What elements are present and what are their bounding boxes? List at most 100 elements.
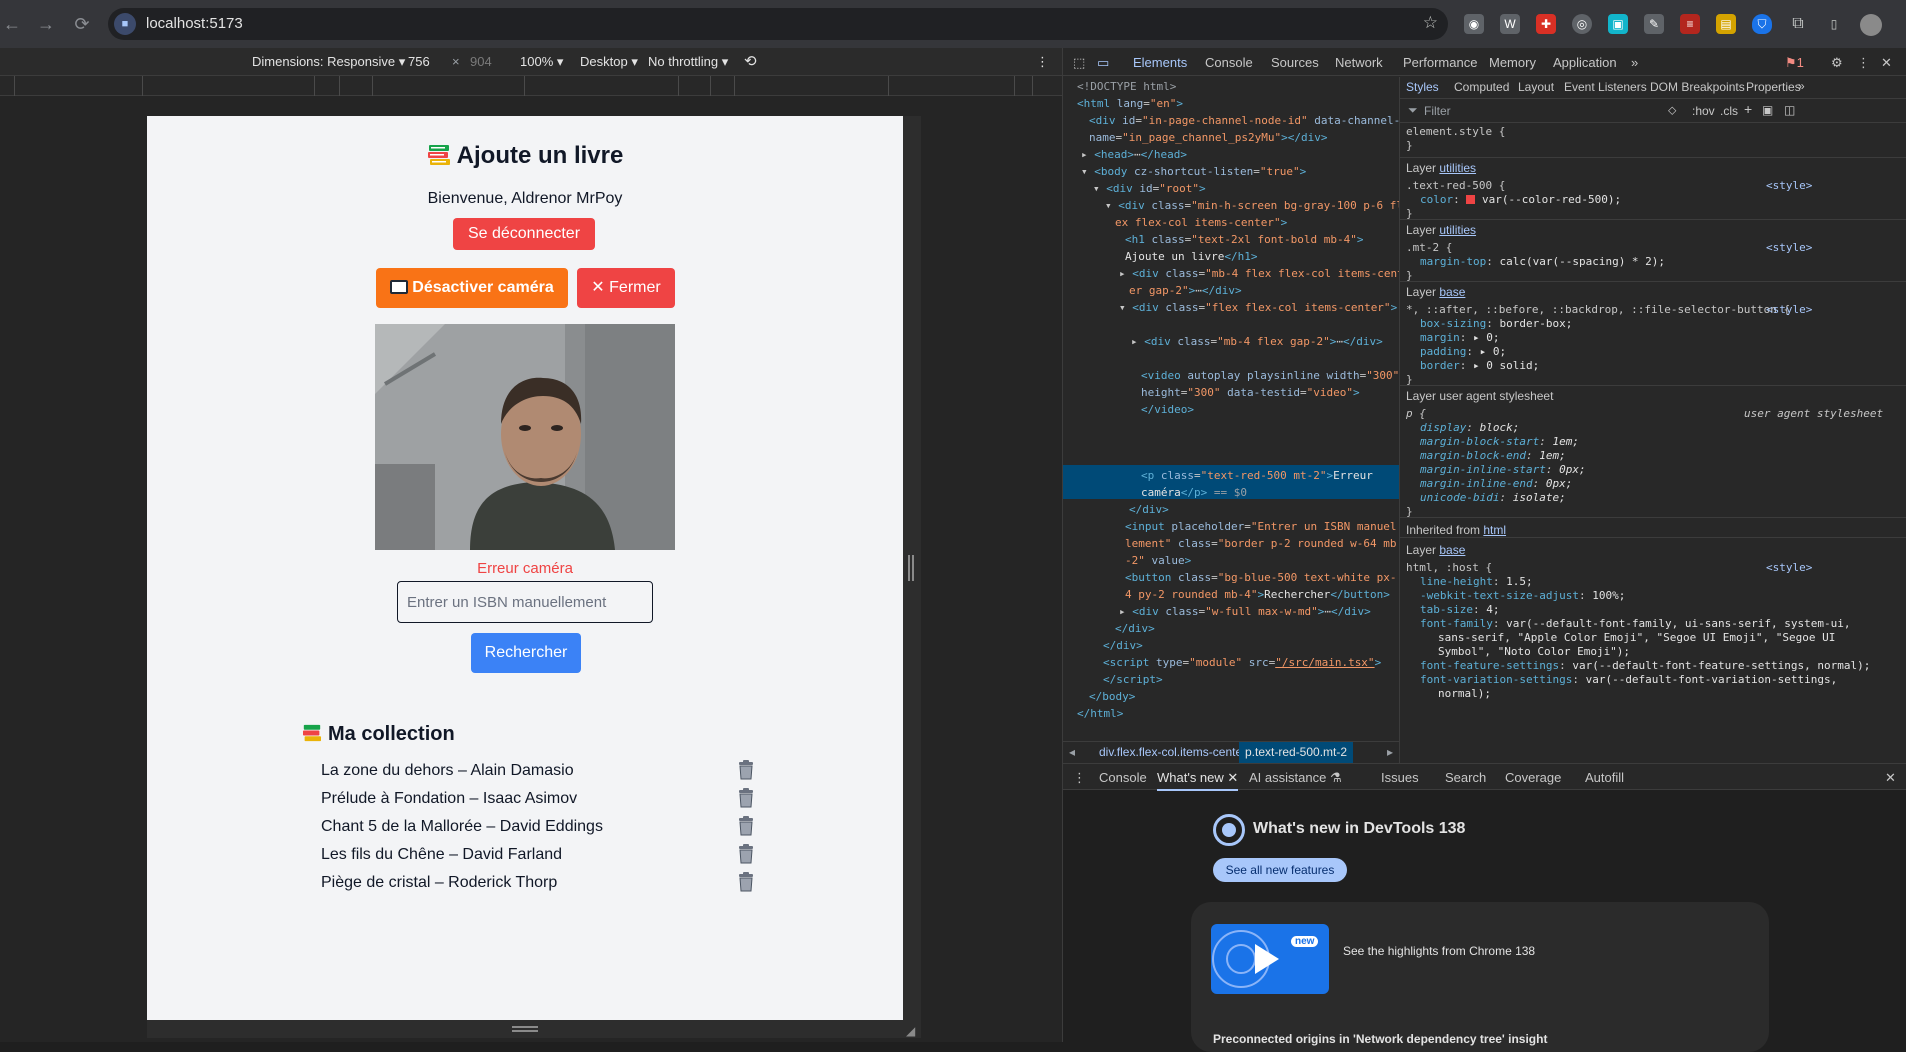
bookmark-star-icon[interactable]: ☆ <box>1423 13 1438 33</box>
drawer-tab-ai-assistance[interactable]: AI assistance ⚗ <box>1249 770 1342 786</box>
style-declaration[interactable]: box-sizing: border-box; <box>1420 317 1572 331</box>
cls-toggle[interactable]: .cls <box>1720 104 1738 118</box>
source-link[interactable]: <style> <box>1766 303 1812 317</box>
close-drawer-icon[interactable]: ✕ <box>1885 770 1896 786</box>
forward-icon[interactable]: → <box>34 12 58 36</box>
more-subtabs-icon[interactable]: » <box>1798 79 1805 93</box>
extensions-icon[interactable]: ⧉ <box>1788 14 1808 34</box>
more-options-icon[interactable]: ⋮ <box>1857 55 1870 71</box>
style-declaration[interactable]: margin: ▸ 0; <box>1420 331 1500 345</box>
settings-icon[interactable]: ⚙ <box>1831 55 1843 71</box>
close-button[interactable]: ✕ Fermer <box>577 268 675 308</box>
close-devtools-icon[interactable]: ✕ <box>1881 55 1892 71</box>
dom-node[interactable]: <!DOCTYPE html> <box>1077 79 1176 96</box>
tab-dom-breakpoints[interactable]: DOM Breakpoints <box>1650 80 1745 94</box>
drawer-tab-whats-new[interactable]: What's new ✕ <box>1157 770 1239 791</box>
shield-icon[interactable]: ⛉ <box>1752 14 1772 34</box>
drawer-tab-issues[interactable]: Issues <box>1381 770 1419 785</box>
style-rule[interactable]: p { <box>1406 407 1426 421</box>
source-link[interactable]: <style> <box>1766 179 1812 193</box>
camera-icon[interactable]: ◉ <box>1464 14 1484 34</box>
sidebar-icon[interactable]: ▯ <box>1824 14 1844 34</box>
trash-icon[interactable] <box>737 760 755 780</box>
dom-node[interactable]: ▸ <div class="mb-4 flex flex-col items-c… <box>1119 266 1399 283</box>
drawer-tab-search[interactable]: Search <box>1445 770 1486 785</box>
filter-input[interactable]: Filter <box>1424 104 1451 118</box>
reload-icon[interactable]: ⟳ <box>70 12 94 36</box>
logout-button[interactable]: Se déconnecter <box>453 218 595 250</box>
breadcrumb-item-selected[interactable]: p.text-red-500.mt-2 <box>1239 742 1354 764</box>
dom-node[interactable]: ▾ <body cz-shortcut-listen="true"> <box>1081 164 1306 181</box>
camera-in-use-icon[interactable]: ■ <box>114 13 136 35</box>
inspect-icon[interactable]: ⬚ <box>1073 55 1085 71</box>
tab-console[interactable]: Console <box>1205 55 1253 70</box>
rotate-icon[interactable]: ⟲ <box>744 52 757 70</box>
resize-handle-bottom[interactable] <box>512 1026 538 1032</box>
tab-performance[interactable]: Performance <box>1403 55 1477 70</box>
style-declaration[interactable]: tab-size: 4; <box>1420 603 1499 617</box>
avatar[interactable] <box>1860 14 1882 36</box>
style-declaration[interactable]: border: ▸ 0 solid; <box>1420 359 1539 373</box>
video-thumbnail[interactable]: new <box>1211 924 1329 994</box>
tab-event-listeners[interactable]: Event Listeners <box>1564 80 1647 94</box>
w-icon[interactable]: W <box>1500 14 1520 34</box>
tab-elements[interactable]: Elements <box>1133 55 1187 70</box>
style-declaration[interactable]: padding: ▸ 0; <box>1420 345 1506 359</box>
style-declaration[interactable]: margin-top: calc(var(--spacing) * 2); <box>1420 255 1665 269</box>
width-input[interactable]: 756 <box>408 54 430 69</box>
see-all-features-button[interactable]: See all new features <box>1213 858 1347 882</box>
dom-node[interactable]: <button class="bg-blue-500 text-white px… <box>1125 570 1397 587</box>
style-rule[interactable]: html, :host { <box>1406 561 1492 575</box>
dom-node[interactable]: <script type="module" src="/src/main.tsx… <box>1103 655 1381 672</box>
hov-toggle[interactable]: :hov <box>1692 104 1715 118</box>
style-declaration[interactable]: -webkit-text-size-adjust: 100%; <box>1420 589 1625 603</box>
tab-memory[interactable]: Memory <box>1489 55 1536 70</box>
search-button[interactable]: Rechercher <box>471 633 581 673</box>
dom-node[interactable]: <div id="in-page-channel-node-id" data-c… <box>1089 113 1399 130</box>
more-options-icon[interactable]: ⋮ <box>1036 54 1049 70</box>
puzzle-red-icon[interactable]: ✚ <box>1536 14 1556 34</box>
device-type-dropdown[interactable]: Desktop ▾ <box>580 54 638 70</box>
pen-icon[interactable]: ✎ <box>1644 14 1664 34</box>
style-declaration[interactable]: line-height: 1.5; <box>1420 575 1533 589</box>
dom-node[interactable]: ▸ <div class="w-full max-w-md">⋯</div> <box>1119 604 1371 621</box>
style-declaration[interactable]: font-feature-settings: var(--default-fon… <box>1420 659 1870 673</box>
tab-network[interactable]: Network <box>1335 55 1383 70</box>
breadcrumb-left-icon[interactable]: ◂ <box>1069 745 1075 759</box>
dom-node[interactable]: ▸ <head>⋯</head> <box>1081 147 1187 164</box>
style-declaration[interactable]: color: var(--color-red-500); <box>1420 193 1621 207</box>
new-rule-icon[interactable]: + <box>1744 101 1752 117</box>
style-rule[interactable]: .mt-2 { <box>1406 241 1452 255</box>
drawer-tab-autofill[interactable]: Autofill <box>1585 770 1624 785</box>
drawer-tab-console[interactable]: Console <box>1099 770 1147 785</box>
height-input[interactable]: 904 <box>470 54 492 69</box>
tab-properties[interactable]: Properties <box>1746 80 1801 94</box>
breadcrumb-item[interactable]: div.flex.flex-col.items-center <box>1099 745 1246 759</box>
breadcrumb-right-icon[interactable]: ▸ <box>1387 745 1393 759</box>
isbn-input[interactable] <box>397 581 653 623</box>
style-rule[interactable]: .text-red-500 { <box>1406 179 1505 193</box>
dom-node[interactable]: ▾ <div id="root"> <box>1093 181 1206 198</box>
computed-styles-icon[interactable]: ▣ <box>1762 103 1773 117</box>
drawer-menu-icon[interactable]: ⋮ <box>1073 770 1086 786</box>
sidebar-toggle-icon[interactable]: ◫ <box>1784 103 1795 117</box>
resize-corner-icon[interactable]: ◢ <box>906 1024 915 1038</box>
source-link[interactable]: <style> <box>1766 561 1812 575</box>
yellow-icon[interactable]: ▤ <box>1716 14 1736 34</box>
tab-application[interactable]: Application <box>1553 55 1617 70</box>
tab-layout[interactable]: Layout <box>1518 80 1554 94</box>
dom-node[interactable]: <html lang="en"> <box>1077 96 1183 113</box>
more-tabs-icon[interactable]: » <box>1631 55 1638 70</box>
dom-node[interactable]: ▾ <div class="min-h-screen bg-gray-100 p… <box>1105 198 1399 215</box>
next-card-title[interactable]: Preconnected origins in 'Network depende… <box>1213 1032 1547 1046</box>
trash-icon[interactable] <box>737 844 755 864</box>
issues-badge[interactable]: ⚑1 <box>1785 55 1804 71</box>
style-declaration[interactable]: font-family: var(--default-font-family, … <box>1420 617 1850 631</box>
blue-square-icon[interactable]: ▣ <box>1608 14 1628 34</box>
dom-node[interactable]: ▾ <div class="flex flex-col items-center… <box>1119 300 1397 317</box>
trash-icon[interactable] <box>737 788 755 808</box>
trash-icon[interactable] <box>737 816 755 836</box>
source-link[interactable]: <style> <box>1766 241 1812 255</box>
resize-handle-right[interactable] <box>908 555 914 581</box>
trash-icon[interactable] <box>737 872 755 892</box>
